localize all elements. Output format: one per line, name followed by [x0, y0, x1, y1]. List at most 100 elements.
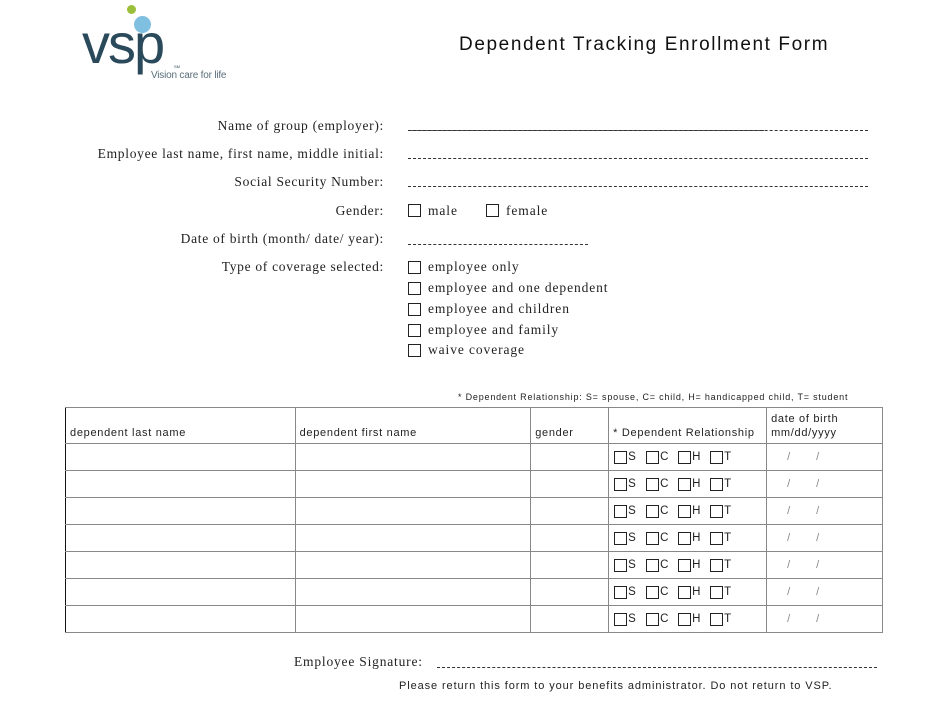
dependent-dob-cell[interactable]: / /: [766, 605, 883, 633]
dependent-gender-cell[interactable]: [530, 551, 610, 579]
relationship-s-checkbox[interactable]: [614, 558, 628, 572]
relationship-s-label: S: [628, 586, 636, 598]
dependent-gender-cell[interactable]: [530, 497, 610, 525]
logo-service-mark: SM: [174, 64, 180, 69]
date-separator: /: [787, 532, 791, 544]
coverage-employee-family-checkbox[interactable]: [408, 324, 421, 337]
relationship-legend: * Dependent Relationship: S= spouse, C= …: [458, 392, 849, 402]
return-instructions: Please return this form to your benefits…: [399, 680, 833, 692]
relationship-s-label: S: [628, 451, 636, 463]
dependent-gender-cell[interactable]: [530, 470, 610, 498]
dependent-last-name-cell[interactable]: [65, 470, 296, 498]
dependent-last-name-cell[interactable]: [65, 605, 296, 633]
employee-name-field[interactable]: [408, 158, 868, 159]
relationship-c-checkbox[interactable]: [646, 504, 660, 518]
coverage-employee-children-checkbox[interactable]: [408, 303, 421, 316]
gender-male-label: male: [428, 203, 458, 218]
coverage-employee-only-checkbox[interactable]: [408, 261, 421, 274]
relationship-t-checkbox[interactable]: [710, 504, 724, 518]
coverage-employee-one-dependent-label: employee and one dependent: [428, 280, 609, 295]
dependent-first-name-cell[interactable]: [294, 497, 532, 525]
relationship-t-checkbox[interactable]: [710, 477, 724, 491]
dependent-last-name-cell[interactable]: [65, 524, 296, 552]
relationship-t-checkbox[interactable]: [710, 558, 724, 572]
relationship-t-checkbox[interactable]: [710, 585, 724, 599]
dependent-dob-cell[interactable]: / /: [766, 497, 883, 525]
dependent-first-name-cell[interactable]: [294, 551, 532, 579]
dependent-gender-cell[interactable]: [530, 524, 610, 552]
coverage-waive-checkbox[interactable]: [408, 344, 421, 357]
table-row: S C H T / /: [65, 470, 883, 498]
gender-male-checkbox[interactable]: [408, 204, 421, 217]
dependent-dob-cell[interactable]: / /: [766, 551, 883, 579]
date-separator: /: [816, 559, 820, 571]
relationship-t-checkbox[interactable]: [710, 531, 724, 545]
dependent-gender-cell[interactable]: [530, 578, 610, 606]
relationship-h-checkbox[interactable]: [678, 450, 692, 464]
relationship-s-label: S: [628, 613, 636, 625]
relationship-h-checkbox[interactable]: [678, 558, 692, 572]
relationship-c-checkbox[interactable]: [646, 450, 660, 464]
relationship-s-checkbox[interactable]: [614, 585, 628, 599]
relationship-t-checkbox[interactable]: [710, 450, 724, 464]
relationship-c-checkbox[interactable]: [646, 477, 660, 491]
relationship-t-label: T: [724, 478, 732, 490]
relationship-t-checkbox[interactable]: [710, 612, 724, 626]
header-gender: gender: [530, 407, 610, 444]
date-separator: /: [787, 451, 791, 463]
dependent-dob-cell[interactable]: / /: [766, 578, 883, 606]
dependent-relationship-cell: SCHT: [608, 551, 768, 579]
dependent-last-name-cell[interactable]: [65, 497, 296, 525]
dependent-gender-cell[interactable]: [530, 605, 610, 633]
coverage-employee-one-dependent-checkbox[interactable]: [408, 282, 421, 295]
date-separator: /: [787, 478, 791, 490]
date-separator: /: [816, 532, 820, 544]
relationship-s-checkbox[interactable]: [614, 504, 628, 518]
relationship-s-checkbox[interactable]: [614, 531, 628, 545]
relationship-c-checkbox[interactable]: [646, 531, 660, 545]
relationship-h-checkbox[interactable]: [678, 585, 692, 599]
relationship-h-checkbox[interactable]: [678, 531, 692, 545]
relationship-h-checkbox[interactable]: [678, 612, 692, 626]
coverage-employee-children-label: employee and children: [428, 301, 570, 316]
dependent-dob-cell[interactable]: / /: [766, 524, 883, 552]
dependent-last-name-cell[interactable]: [65, 443, 296, 471]
header-dob-line2: mm/dd/yyyy: [771, 427, 837, 439]
relationship-h-checkbox[interactable]: [678, 504, 692, 518]
relationship-c-label: C: [660, 532, 669, 544]
ssn-field[interactable]: [408, 186, 868, 187]
dependent-dob-cell[interactable]: / /: [766, 470, 883, 498]
dependent-first-name-cell[interactable]: [294, 524, 532, 552]
dependent-last-name-cell[interactable]: [65, 551, 296, 579]
relationship-h-label: H: [692, 505, 701, 517]
relationship-s-label: S: [628, 505, 636, 517]
group-name-field[interactable]: [408, 130, 868, 131]
table-row: S C H T / /: [65, 443, 883, 471]
signature-field[interactable]: [437, 667, 877, 668]
gender-female-checkbox[interactable]: [486, 204, 499, 217]
date-separator: /: [787, 586, 791, 598]
dependent-dob-cell[interactable]: / /: [766, 443, 883, 471]
logo-tagline: Vision care for life: [151, 70, 227, 81]
dependent-first-name-cell[interactable]: [294, 443, 532, 471]
relationship-s-checkbox[interactable]: [614, 612, 628, 626]
signature-label: Employee Signature:: [294, 654, 423, 669]
relationship-c-checkbox[interactable]: [646, 585, 660, 599]
relationship-c-checkbox[interactable]: [646, 558, 660, 572]
dob-field[interactable]: [408, 244, 588, 245]
relationship-s-checkbox[interactable]: [614, 450, 628, 464]
relationship-t-label: T: [724, 505, 732, 517]
relationship-h-checkbox[interactable]: [678, 477, 692, 491]
dependent-relationship-cell: SCHT: [608, 443, 768, 471]
dependent-first-name-cell[interactable]: [294, 578, 532, 606]
relationship-c-checkbox[interactable]: [646, 612, 660, 626]
header-last-name: dependent last name: [65, 407, 296, 444]
dependent-first-name-cell[interactable]: [294, 470, 532, 498]
dependent-gender-cell[interactable]: [530, 443, 610, 471]
dependent-last-name-cell[interactable]: [65, 578, 296, 606]
dependents-table: dependent last name dependent first name…: [65, 407, 883, 633]
relationship-h-label: H: [692, 559, 701, 571]
dependent-first-name-cell[interactable]: [294, 605, 532, 633]
relationship-s-checkbox[interactable]: [614, 477, 628, 491]
header-first-name: dependent first name: [294, 407, 532, 444]
